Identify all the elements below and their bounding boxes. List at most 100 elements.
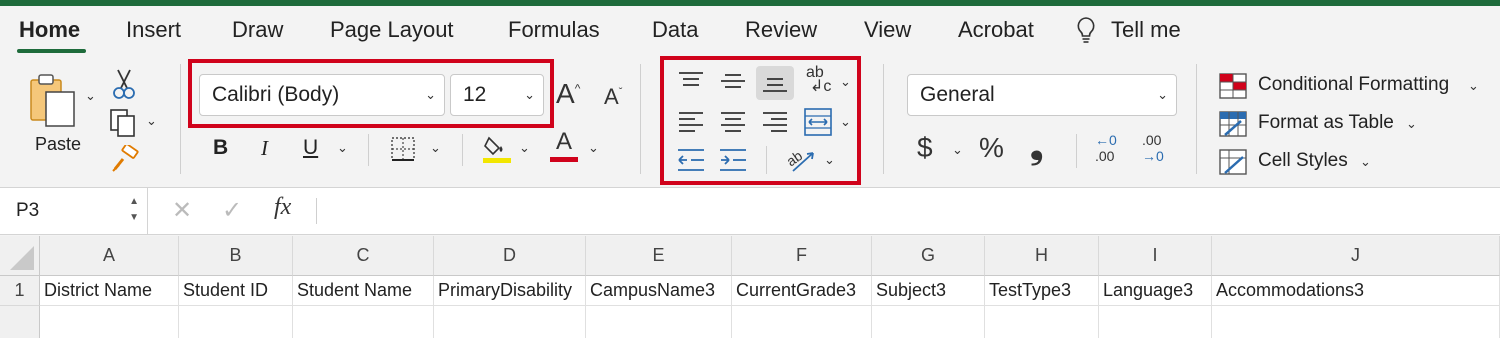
cell-styles-icon[interactable] [1218, 148, 1248, 176]
font-size-select[interactable]: 12 ⌄ [450, 74, 544, 116]
tab-view[interactable]: View [864, 17, 911, 43]
select-all-corner[interactable] [0, 236, 40, 276]
currency-button[interactable]: $ [917, 132, 933, 164]
cell-styles-chevron-icon[interactable]: ⌄ [1360, 154, 1371, 170]
column-header[interactable]: J [1212, 236, 1500, 276]
conditional-formatting-icon[interactable] [1218, 72, 1248, 100]
merge-options-chevron-icon[interactable]: ⌄ [840, 114, 851, 130]
window-accent-bar [0, 0, 1500, 6]
decrease-decimal-button[interactable]: .00 →0 [1142, 132, 1178, 164]
tab-draw[interactable]: Draw [232, 17, 283, 43]
tab-review[interactable]: Review [745, 17, 817, 43]
tab-data[interactable]: Data [652, 17, 698, 43]
underline-button[interactable]: U [303, 136, 318, 160]
row-header[interactable]: 1 [0, 276, 40, 306]
number-format-select[interactable]: General ⌄ [907, 74, 1177, 116]
cell[interactable] [732, 306, 872, 338]
column-header[interactable]: D [434, 236, 586, 276]
conditional-formatting-button[interactable]: Conditional Formatting [1258, 74, 1449, 96]
align-bottom-icon[interactable] [756, 66, 794, 100]
format-as-table-button[interactable]: Format as Table [1258, 112, 1394, 134]
tab-home[interactable]: Home [19, 17, 80, 43]
insert-function-button[interactable]: fx [274, 194, 291, 221]
cell[interactable] [586, 306, 732, 338]
cell[interactable]: Student ID [179, 276, 293, 306]
currency-options-chevron-icon[interactable]: ⌄ [952, 142, 963, 158]
cell[interactable]: CampusName3 [586, 276, 732, 306]
align-top-icon[interactable] [676, 68, 706, 94]
name-box[interactable]: P3 ▲ ▼ [0, 188, 148, 234]
italic-button[interactable]: I [261, 136, 268, 161]
column-header[interactable]: A [40, 236, 179, 276]
column-header[interactable]: B [179, 236, 293, 276]
cell[interactable]: Student Name [293, 276, 434, 306]
conditional-formatting-chevron-icon[interactable]: ⌄ [1468, 78, 1479, 94]
underline-options-chevron-icon[interactable]: ⌄ [337, 140, 348, 156]
cell[interactable]: District Name [40, 276, 179, 306]
cell[interactable] [179, 306, 293, 338]
paste-options-chevron-icon[interactable]: ⌄ [85, 88, 96, 104]
cell[interactable] [434, 306, 586, 338]
bold-button[interactable]: B [213, 136, 228, 160]
comma-style-button[interactable]: ❟ [1030, 128, 1043, 167]
fill-color-bucket-icon[interactable] [481, 132, 513, 164]
font-color-button[interactable]: A [550, 128, 578, 164]
orientation-options-chevron-icon[interactable]: ⌄ [824, 152, 835, 168]
tab-insert[interactable]: Insert [126, 17, 181, 43]
tab-formulas[interactable]: Formulas [508, 17, 600, 43]
increase-decimal-button[interactable]: ←0.00 [1095, 132, 1131, 164]
cut-scissors-icon[interactable] [110, 68, 138, 100]
cell[interactable]: Subject3 [872, 276, 985, 306]
tab-page-layout[interactable]: Page Layout [330, 17, 454, 43]
orientation-chevron-icon[interactable]: ⌄ [840, 74, 851, 90]
merge-center-icon[interactable] [802, 106, 834, 138]
copy-icon[interactable] [108, 108, 138, 138]
cell[interactable]: PrimaryDisability [434, 276, 586, 306]
cell[interactable]: Accommodations3 [1212, 276, 1500, 306]
increase-indent-icon[interactable] [718, 146, 748, 174]
paste-icon[interactable] [27, 72, 79, 128]
align-center-icon[interactable] [718, 108, 748, 136]
paste-label[interactable]: Paste [35, 134, 81, 155]
lightbulb-icon[interactable] [1073, 16, 1099, 44]
copy-options-chevron-icon[interactable]: ⌄ [146, 113, 157, 129]
borders-options-chevron-icon[interactable]: ⌄ [430, 140, 441, 156]
cell[interactable] [872, 306, 985, 338]
align-left-icon[interactable] [676, 108, 706, 136]
cell[interactable] [40, 306, 179, 338]
format-as-table-icon[interactable] [1218, 110, 1248, 138]
cell[interactable] [1099, 306, 1212, 338]
font-name-select[interactable]: Calibri (Body) ⌄ [199, 74, 445, 116]
format-painter-icon[interactable] [110, 145, 140, 173]
cell[interactable] [1212, 306, 1500, 338]
format-as-table-chevron-icon[interactable]: ⌄ [1406, 116, 1417, 132]
name-box-stepper-icon[interactable]: ▲ ▼ [129, 194, 139, 226]
column-header[interactable]: G [872, 236, 985, 276]
align-middle-icon[interactable] [718, 68, 748, 94]
tab-acrobat[interactable]: Acrobat [958, 17, 1034, 43]
fill-color-chevron-icon[interactable]: ⌄ [519, 140, 530, 156]
column-header[interactable]: F [732, 236, 872, 276]
shrink-font-icon[interactable]: Aˇ [604, 84, 622, 110]
column-header[interactable]: I [1099, 236, 1212, 276]
cell-styles-button[interactable]: Cell Styles [1258, 150, 1348, 172]
borders-icon[interactable] [389, 135, 417, 163]
formula-input[interactable] [326, 190, 1496, 232]
column-header[interactable]: C [293, 236, 434, 276]
wrap-text-icon[interactable]: ab ↲c [804, 65, 836, 100]
column-header[interactable]: E [586, 236, 732, 276]
cell[interactable]: Language3 [1099, 276, 1212, 306]
tell-me-search[interactable]: Tell me [1111, 17, 1181, 43]
cell[interactable]: CurrentGrade3 [732, 276, 872, 306]
cell[interactable]: TestType3 [985, 276, 1099, 306]
grow-font-icon[interactable]: A^ [556, 78, 580, 110]
decrease-indent-icon[interactable] [676, 146, 706, 174]
cell[interactable] [985, 306, 1099, 338]
percent-button[interactable]: % [979, 132, 1004, 164]
align-right-icon[interactable] [760, 108, 790, 136]
cell[interactable] [293, 306, 434, 338]
column-header[interactable]: H [985, 236, 1099, 276]
font-color-chevron-icon[interactable]: ⌄ [588, 140, 599, 156]
row-header[interactable] [0, 306, 40, 338]
text-orientation-icon[interactable]: ab [784, 144, 818, 174]
